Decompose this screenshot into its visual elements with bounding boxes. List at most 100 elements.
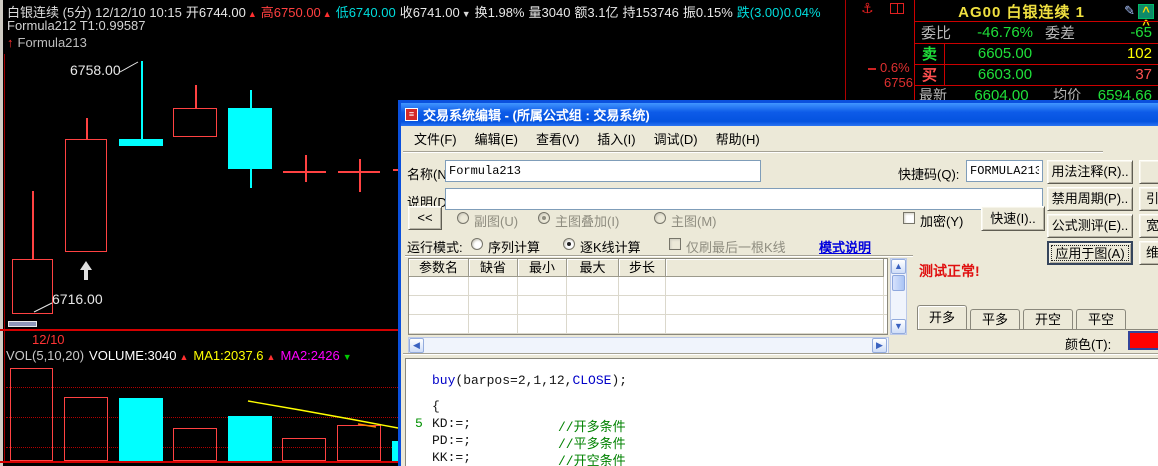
signal-up-arrow-icon: ↑: [7, 35, 14, 50]
volume-bar: [10, 368, 53, 461]
quote-field: 持153746: [623, 5, 679, 20]
table-header-cell: [666, 259, 884, 277]
candlestick: [228, 108, 272, 169]
collapse-button[interactable]: <<: [408, 206, 442, 230]
radio-sequence-calc[interactable]: [471, 238, 483, 250]
candle-wick: [86, 118, 88, 139]
menu-item[interactable]: 帮助(H): [707, 127, 769, 150]
encrypt-checkbox[interactable]: [903, 212, 915, 224]
menu-item[interactable]: 插入(I): [588, 127, 644, 150]
mode-help-link[interactable]: 模式说明: [819, 237, 871, 256]
doji-wick: [305, 155, 307, 182]
menu-item[interactable]: 编辑(E): [466, 127, 527, 150]
candlestick: [173, 108, 217, 137]
tab-平多[interactable]: 平多: [970, 309, 1020, 330]
quick-button[interactable]: 快速(I)..: [981, 206, 1045, 231]
radio-subchart-label: 副图(U): [474, 211, 518, 230]
scroll-down-button[interactable]: ▼: [891, 319, 906, 334]
tab-开多[interactable]: 开多: [917, 305, 967, 330]
table-row[interactable]: [409, 334, 887, 335]
side-button-clipped[interactable]: [1139, 160, 1158, 184]
table-row[interactable]: [409, 315, 887, 334]
tab-开空[interactable]: 开空: [1023, 309, 1073, 330]
table-header-cell[interactable]: 最小: [518, 259, 567, 277]
table-cell: [567, 277, 619, 295]
gridline: [6, 387, 398, 388]
hotkey-input[interactable]: [966, 160, 1043, 182]
refresh-lastbar-label: 仅刷最后一根K线: [686, 237, 786, 256]
radio-sequence-label: 序列计算: [488, 237, 540, 256]
refresh-lastbar-checkbox[interactable]: [669, 238, 681, 250]
expand-up-badge-icon[interactable]: ^^: [1138, 4, 1154, 19]
candle-wick: [250, 169, 252, 188]
formula-code-editor[interactable]: buy(barpos=2,1,12,CLOSE); { 5 KD:=;//开多条…: [405, 358, 1158, 466]
vscroll-thumb[interactable]: [892, 275, 905, 291]
menu-item[interactable]: 文件(F): [405, 127, 466, 150]
table-cell: [518, 315, 567, 333]
table-cell: [469, 296, 518, 314]
quote-info-bar: 白银连续 (5分) 12/12/10 10:15开6744.00▲高6750.0…: [7, 2, 829, 17]
trend-arrow-icon: ▲: [267, 352, 276, 362]
weibi-row: 委比 -46.76% 委差 -65: [915, 22, 1158, 43]
scroll-left-button[interactable]: ◀: [409, 338, 424, 353]
volume-header-field: MA2:2426: [280, 348, 339, 363]
radio-overlay[interactable]: [538, 212, 550, 224]
side-button-clipped[interactable]: 宽: [1139, 214, 1158, 238]
side-button-clipped[interactable]: 维: [1139, 241, 1158, 265]
quote-field: 量3040: [529, 5, 571, 20]
table-cell: [666, 296, 884, 314]
dialog-title: 交易系统编辑 - (所属公式组 : 交易系统): [423, 105, 650, 124]
quote-field: 开6744.00: [186, 5, 246, 20]
menu-item[interactable]: 调试(D): [645, 127, 707, 150]
encrypt-label: 加密(Y): [920, 211, 963, 230]
table-vscrollbar[interactable]: ▲ ▼: [890, 258, 907, 335]
chart-high-label: 6758.00: [70, 62, 121, 78]
chart-x-axis: [0, 329, 398, 331]
table-header-cell[interactable]: 缺省: [469, 259, 518, 277]
anchor-pin-icon[interactable]: ⚓: [861, 1, 874, 16]
dialog-titlebar[interactable]: ≡ 交易系统编辑 - (所属公式组 : 交易系统): [401, 103, 1158, 126]
table-row[interactable]: [409, 296, 887, 315]
side-button[interactable]: 应用于图(A): [1047, 241, 1133, 265]
parameter-table[interactable]: 参数名缺省最小最大步长: [408, 258, 888, 335]
trend-arrow-icon: ▲: [179, 352, 188, 362]
volume-bar: [282, 438, 326, 461]
color-swatch[interactable]: [1128, 331, 1158, 350]
radio-mainchart[interactable]: [654, 212, 666, 224]
radio-subchart[interactable]: [457, 212, 469, 224]
chart-scrollbar-thumb[interactable]: [8, 321, 37, 327]
table-header-cell[interactable]: 最大: [567, 259, 619, 277]
volume-indicator-header: VOL(5,10,20)VOLUME:3040▲MA1:2037.6▲MA2:2…: [6, 348, 357, 363]
tab-平空[interactable]: 平空: [1076, 309, 1126, 330]
side-button[interactable]: 公式测评(E)..: [1047, 214, 1133, 238]
split-window-icon[interactable]: [890, 3, 904, 14]
volume-bar: [173, 428, 217, 461]
table-cell: [469, 315, 518, 333]
chart-frame-left: [4, 54, 5, 462]
side-button[interactable]: 禁用周期(P)..: [1047, 187, 1133, 211]
level1-quote-panel: AG00 白银连续 1 ✎ ^^ 委比 -46.76% 委差 -65 卖 660…: [914, 0, 1158, 104]
scroll-right-button[interactable]: ▶: [872, 338, 887, 353]
name-input[interactable]: [445, 160, 761, 182]
radio-perbar-calc[interactable]: [563, 238, 575, 250]
table-cell: [469, 334, 518, 335]
description-input[interactable]: [445, 188, 1043, 210]
side-button-clipped[interactable]: 引: [1139, 187, 1158, 211]
dialog-app-icon: ≡: [405, 108, 418, 121]
code-token: );: [611, 373, 627, 388]
pen-edit-icon[interactable]: ✎: [1124, 3, 1135, 19]
volume-bar: [228, 416, 272, 461]
table-header-cell[interactable]: 参数名: [409, 259, 469, 277]
side-button[interactable]: 用法注释(R)..: [1047, 160, 1133, 184]
table-row[interactable]: [409, 277, 887, 296]
date-axis-label: 12/10: [32, 332, 65, 347]
scroll-up-button[interactable]: ▲: [891, 259, 906, 274]
table-hscrollbar[interactable]: ◀ ▶: [408, 337, 889, 354]
menu-item[interactable]: 查看(V): [527, 127, 588, 150]
buy-signal-arrow-stem: [84, 269, 88, 280]
table-header-cell[interactable]: 步长: [619, 259, 666, 277]
candle-wick: [250, 90, 252, 108]
parameter-table-body: [409, 277, 887, 335]
trading-app-screen: 白银连续 (5分) 12/12/10 10:15开6744.00▲高6750.0…: [0, 0, 1158, 466]
color-label: 颜色(T):: [1065, 334, 1111, 353]
